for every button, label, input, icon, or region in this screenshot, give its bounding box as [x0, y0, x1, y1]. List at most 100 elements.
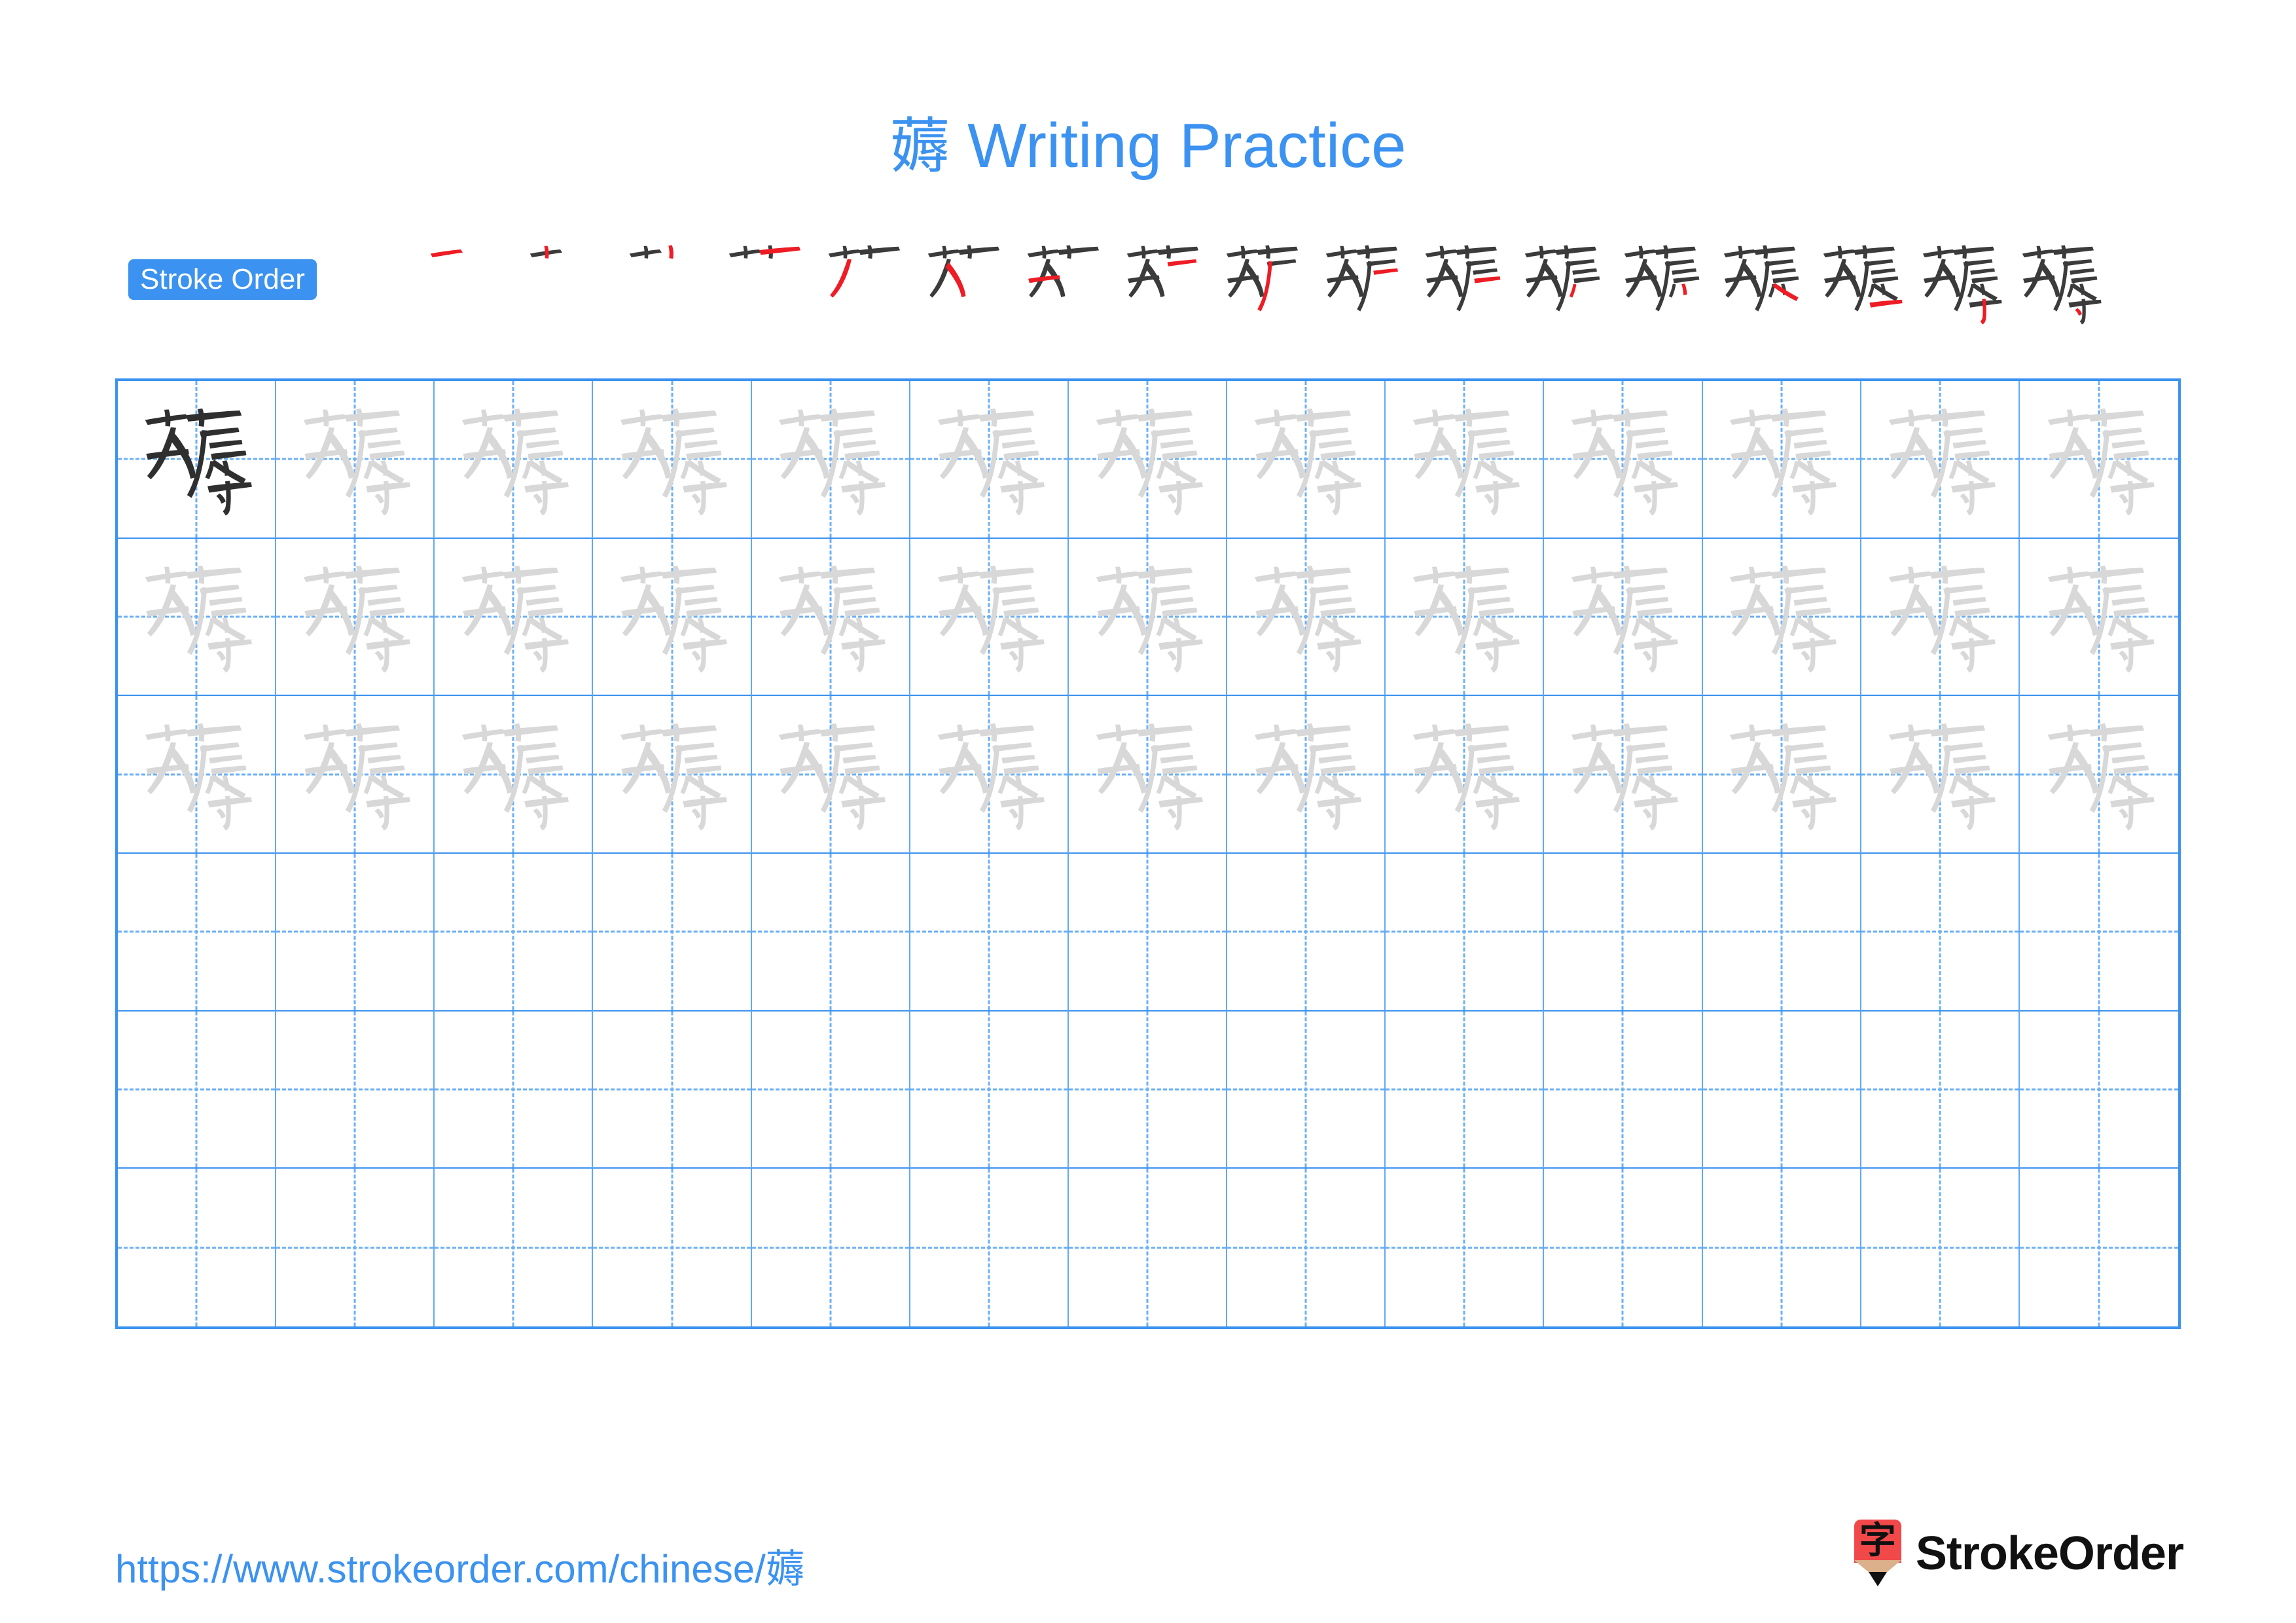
- practice-cell[interactable]: [1702, 854, 1861, 1012]
- trace-character: [2020, 381, 2178, 538]
- practice-cell[interactable]: [593, 538, 752, 697]
- practice-cell[interactable]: [1068, 696, 1228, 854]
- practice-cell[interactable]: [910, 696, 1069, 854]
- practice-cell[interactable]: [1703, 1169, 1861, 1326]
- practice-cell[interactable]: [1861, 538, 2020, 697]
- practice-cell[interactable]: [435, 854, 594, 1012]
- practice-cell[interactable]: [276, 1011, 435, 1169]
- practice-cell[interactable]: [1861, 1011, 2020, 1169]
- trace-character: [118, 696, 275, 852]
- practice-cell[interactable]: [1386, 538, 1545, 697]
- stroke-step-1: [419, 233, 518, 333]
- practice-cell[interactable]: [1068, 538, 1228, 697]
- practice-cell[interactable]: [435, 696, 594, 854]
- practice-cell[interactable]: [1702, 696, 1861, 854]
- practice-cell[interactable]: [1702, 538, 1861, 697]
- practice-cell[interactable]: [2020, 1169, 2178, 1326]
- practice-cell[interactable]: [593, 696, 752, 854]
- practice-cell[interactable]: [1544, 381, 1703, 539]
- practice-cell[interactable]: [593, 381, 752, 539]
- practice-cell[interactable]: [1227, 696, 1386, 854]
- trace-character: [1703, 539, 1860, 695]
- practice-cell[interactable]: [1386, 381, 1545, 539]
- practice-cell[interactable]: [910, 1169, 1069, 1326]
- stroke-step-9: [1215, 233, 1314, 333]
- stroke-step-17: [2011, 233, 2110, 333]
- practice-cell[interactable]: [2019, 381, 2178, 539]
- practice-cell[interactable]: [1702, 1011, 1861, 1169]
- practice-cell[interactable]: [2019, 696, 2178, 854]
- practice-cell[interactable]: [751, 696, 910, 854]
- stroke-step-15: [1812, 233, 1911, 333]
- practice-cell[interactable]: [1386, 696, 1545, 854]
- pencil-icon: 字: [1854, 1520, 1901, 1588]
- practice-cell[interactable]: [118, 381, 277, 539]
- practice-cell[interactable]: [1544, 696, 1703, 854]
- practice-cell[interactable]: [118, 538, 277, 697]
- practice-cell[interactable]: [435, 381, 594, 539]
- practice-cell[interactable]: [276, 1169, 435, 1326]
- practice-cell[interactable]: [1861, 696, 2020, 854]
- trace-character: [1069, 381, 1226, 538]
- practice-cell[interactable]: [435, 1169, 594, 1326]
- practice-cell[interactable]: [910, 381, 1069, 539]
- practice-cell[interactable]: [751, 1011, 910, 1169]
- practice-cell[interactable]: [276, 696, 435, 854]
- practice-cell[interactable]: [118, 1011, 277, 1169]
- practice-cell[interactable]: [751, 381, 910, 539]
- trace-character: [1861, 381, 2018, 538]
- practice-cell[interactable]: [1702, 381, 1861, 539]
- practice-cell[interactable]: [1227, 854, 1386, 1012]
- practice-cell[interactable]: [593, 1011, 752, 1169]
- practice-cell[interactable]: [118, 696, 277, 854]
- stroke-step-11: [1414, 233, 1513, 333]
- practice-cell[interactable]: [1544, 538, 1703, 697]
- practice-cell[interactable]: [1227, 1011, 1386, 1169]
- practice-cell[interactable]: [752, 1169, 910, 1326]
- practice-cell[interactable]: [751, 854, 910, 1012]
- trace-character: [1227, 381, 1384, 538]
- trace-character: [1861, 696, 2018, 852]
- practice-cell[interactable]: [1227, 381, 1386, 539]
- trace-character: [752, 381, 909, 538]
- practice-cell[interactable]: [910, 1011, 1069, 1169]
- practice-cell[interactable]: [593, 1169, 752, 1326]
- practice-cell[interactable]: [276, 538, 435, 697]
- practice-cell[interactable]: [118, 854, 277, 1012]
- trace-character: [1386, 696, 1543, 852]
- practice-cell[interactable]: [1386, 1169, 1545, 1326]
- practice-cell[interactable]: [1068, 1011, 1228, 1169]
- practice-cell[interactable]: [1544, 1011, 1703, 1169]
- practice-cell[interactable]: [2019, 1012, 2178, 1169]
- practice-cell[interactable]: [1861, 854, 2020, 1012]
- model-character: [118, 381, 275, 538]
- practice-cell[interactable]: [1861, 1169, 2020, 1326]
- practice-cell[interactable]: [276, 854, 435, 1012]
- trace-character: [1544, 381, 1701, 538]
- footer-url[interactable]: https://www.strokeorder.com/chinese/薅: [115, 1537, 805, 1594]
- practice-cell[interactable]: [1069, 1169, 1228, 1326]
- practice-cell[interactable]: [593, 854, 752, 1012]
- practice-cell[interactable]: [751, 538, 910, 697]
- practice-cell[interactable]: [1861, 381, 2020, 539]
- practice-cell[interactable]: [1544, 854, 1703, 1012]
- practice-cell[interactable]: [1544, 1169, 1703, 1326]
- practice-cell[interactable]: [910, 538, 1069, 697]
- brand-name: StrokeOrder: [1915, 1527, 2184, 1580]
- practice-cell[interactable]: [1227, 538, 1386, 697]
- practice-cell[interactable]: [118, 1169, 277, 1326]
- practice-cell[interactable]: [1386, 854, 1545, 1012]
- practice-cell[interactable]: [435, 538, 594, 697]
- practice-cell[interactable]: [435, 1011, 594, 1169]
- practice-cell[interactable]: [1386, 1011, 1545, 1169]
- practice-cell[interactable]: [1068, 854, 1228, 1012]
- trace-character: [435, 696, 592, 852]
- practice-cell[interactable]: [910, 854, 1069, 1012]
- practice-cell[interactable]: [276, 381, 435, 539]
- practice-cell[interactable]: [2019, 854, 2178, 1012]
- practice-cell[interactable]: [1227, 1169, 1386, 1326]
- practice-cell[interactable]: [1068, 381, 1228, 539]
- practice-cell[interactable]: [2019, 539, 2178, 697]
- trace-character: [1703, 696, 1860, 852]
- title-character: 薅: [889, 111, 950, 181]
